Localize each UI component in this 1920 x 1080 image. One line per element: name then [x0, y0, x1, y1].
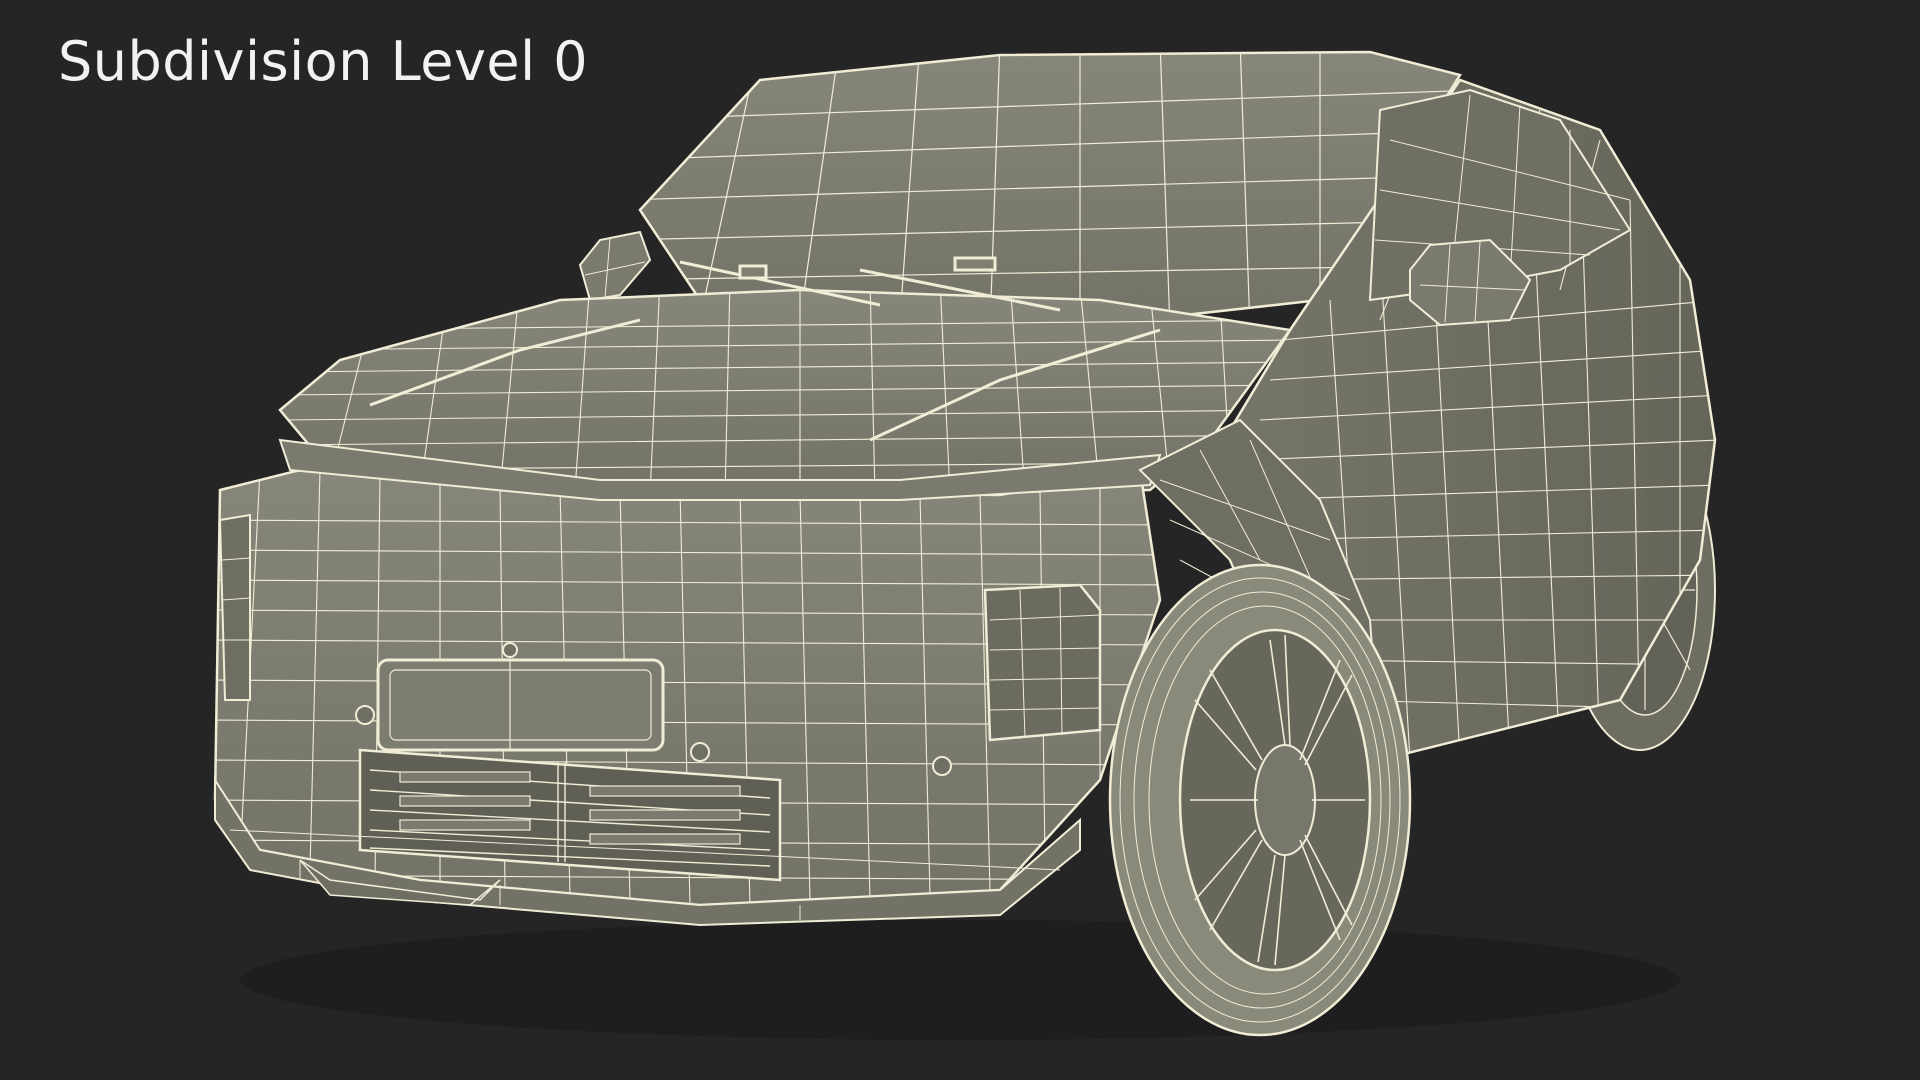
- license-plate: [376, 658, 665, 752]
- right-headlight: [983, 583, 1102, 742]
- ground-shadow: [240, 920, 1680, 1040]
- left-mirror: [578, 230, 652, 302]
- left-light: [218, 513, 251, 701]
- subdivision-caption: Subdivision Level 0: [58, 30, 589, 93]
- render-viewport: Subdivision Level 0: [0, 0, 1920, 1080]
- front-wheel: [1108, 563, 1412, 1037]
- wireframe-car-render: [213, 50, 1717, 1040]
